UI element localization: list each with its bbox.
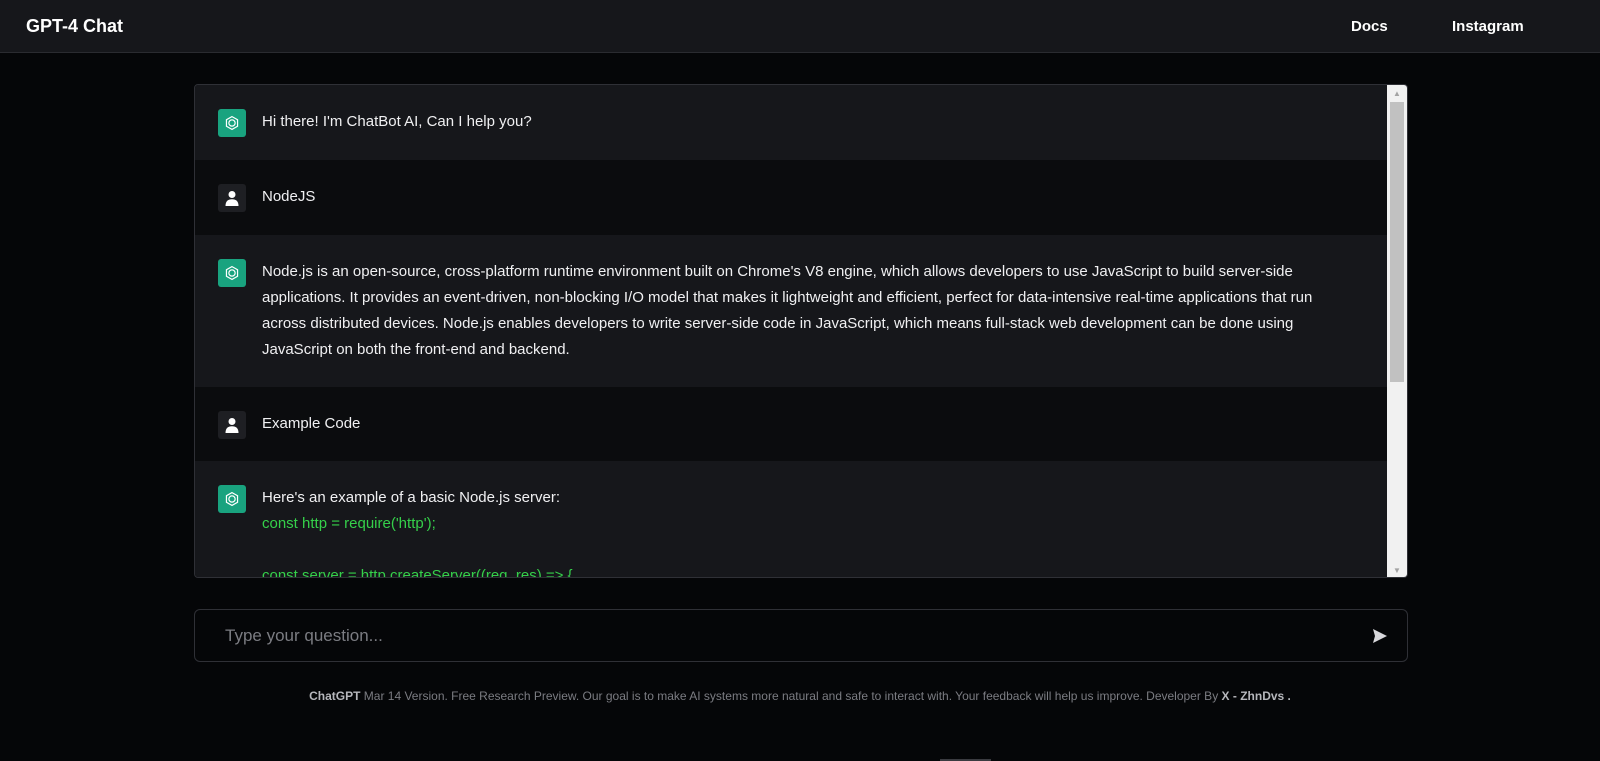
message-text: Here's an example of a basic Node.js ser… bbox=[262, 489, 561, 506]
scroll-up-arrow-icon[interactable]: ▲ bbox=[1387, 85, 1407, 102]
footer-end: . bbox=[1284, 689, 1291, 703]
top-navbar: GPT-4 Chat Docs Instagram bbox=[0, 0, 1600, 53]
user-icon bbox=[218, 184, 246, 212]
user-icon bbox=[218, 411, 246, 439]
nav-link-docs[interactable]: Docs bbox=[1351, 18, 1388, 35]
message-text: Hi there! I'm ChatBot AI, Can I help you… bbox=[262, 113, 532, 130]
send-icon bbox=[1373, 629, 1387, 643]
message-text: Node.js is an open-source, cross-platfor… bbox=[262, 263, 1313, 358]
message-text: Example Code bbox=[262, 415, 361, 432]
scrollbar-thumb[interactable] bbox=[1390, 102, 1404, 382]
chat-window: Hi there! I'm ChatBot AI, Can I help you… bbox=[194, 84, 1408, 578]
user-message: NodeJS bbox=[195, 160, 1389, 235]
question-input-container bbox=[194, 609, 1408, 662]
message-list: Hi there! I'm ChatBot AI, Can I help you… bbox=[195, 85, 1389, 578]
footer-disclaimer: ChatGPT Mar 14 Version. Free Research Pr… bbox=[0, 689, 1600, 703]
nav-link-instagram[interactable]: Instagram bbox=[1452, 18, 1524, 35]
bot-message: Node.js is an open-source, cross-platfor… bbox=[195, 235, 1389, 387]
bot-message: Hi there! I'm ChatBot AI, Can I help you… bbox=[195, 85, 1389, 160]
scroll-down-arrow-icon[interactable]: ▼ bbox=[1387, 562, 1407, 577]
developer-link[interactable]: X - ZhnDvs bbox=[1222, 689, 1285, 703]
brand-title[interactable]: GPT-4 Chat bbox=[26, 16, 123, 37]
footer-brand: ChatGPT bbox=[309, 689, 361, 703]
send-button[interactable] bbox=[1369, 625, 1391, 647]
question-input[interactable] bbox=[195, 610, 1345, 661]
bot-message: Here's an example of a basic Node.js ser… bbox=[195, 461, 1389, 578]
openai-logo-icon bbox=[218, 485, 246, 513]
code-line: const server = http.createServer((req, r… bbox=[262, 567, 573, 578]
openai-logo-icon bbox=[218, 109, 246, 137]
openai-logo-icon bbox=[218, 259, 246, 287]
message-text: NodeJS bbox=[262, 188, 316, 205]
code-line: const http = require('http'); bbox=[262, 515, 436, 532]
user-message: Example Code bbox=[195, 387, 1389, 461]
message-body: Here's an example of a basic Node.js ser… bbox=[195, 461, 1389, 578]
chat-scrollbar[interactable]: ▲ ▼ bbox=[1387, 85, 1407, 577]
footer-text: Mar 14 Version. Free Research Preview. O… bbox=[360, 689, 1222, 703]
